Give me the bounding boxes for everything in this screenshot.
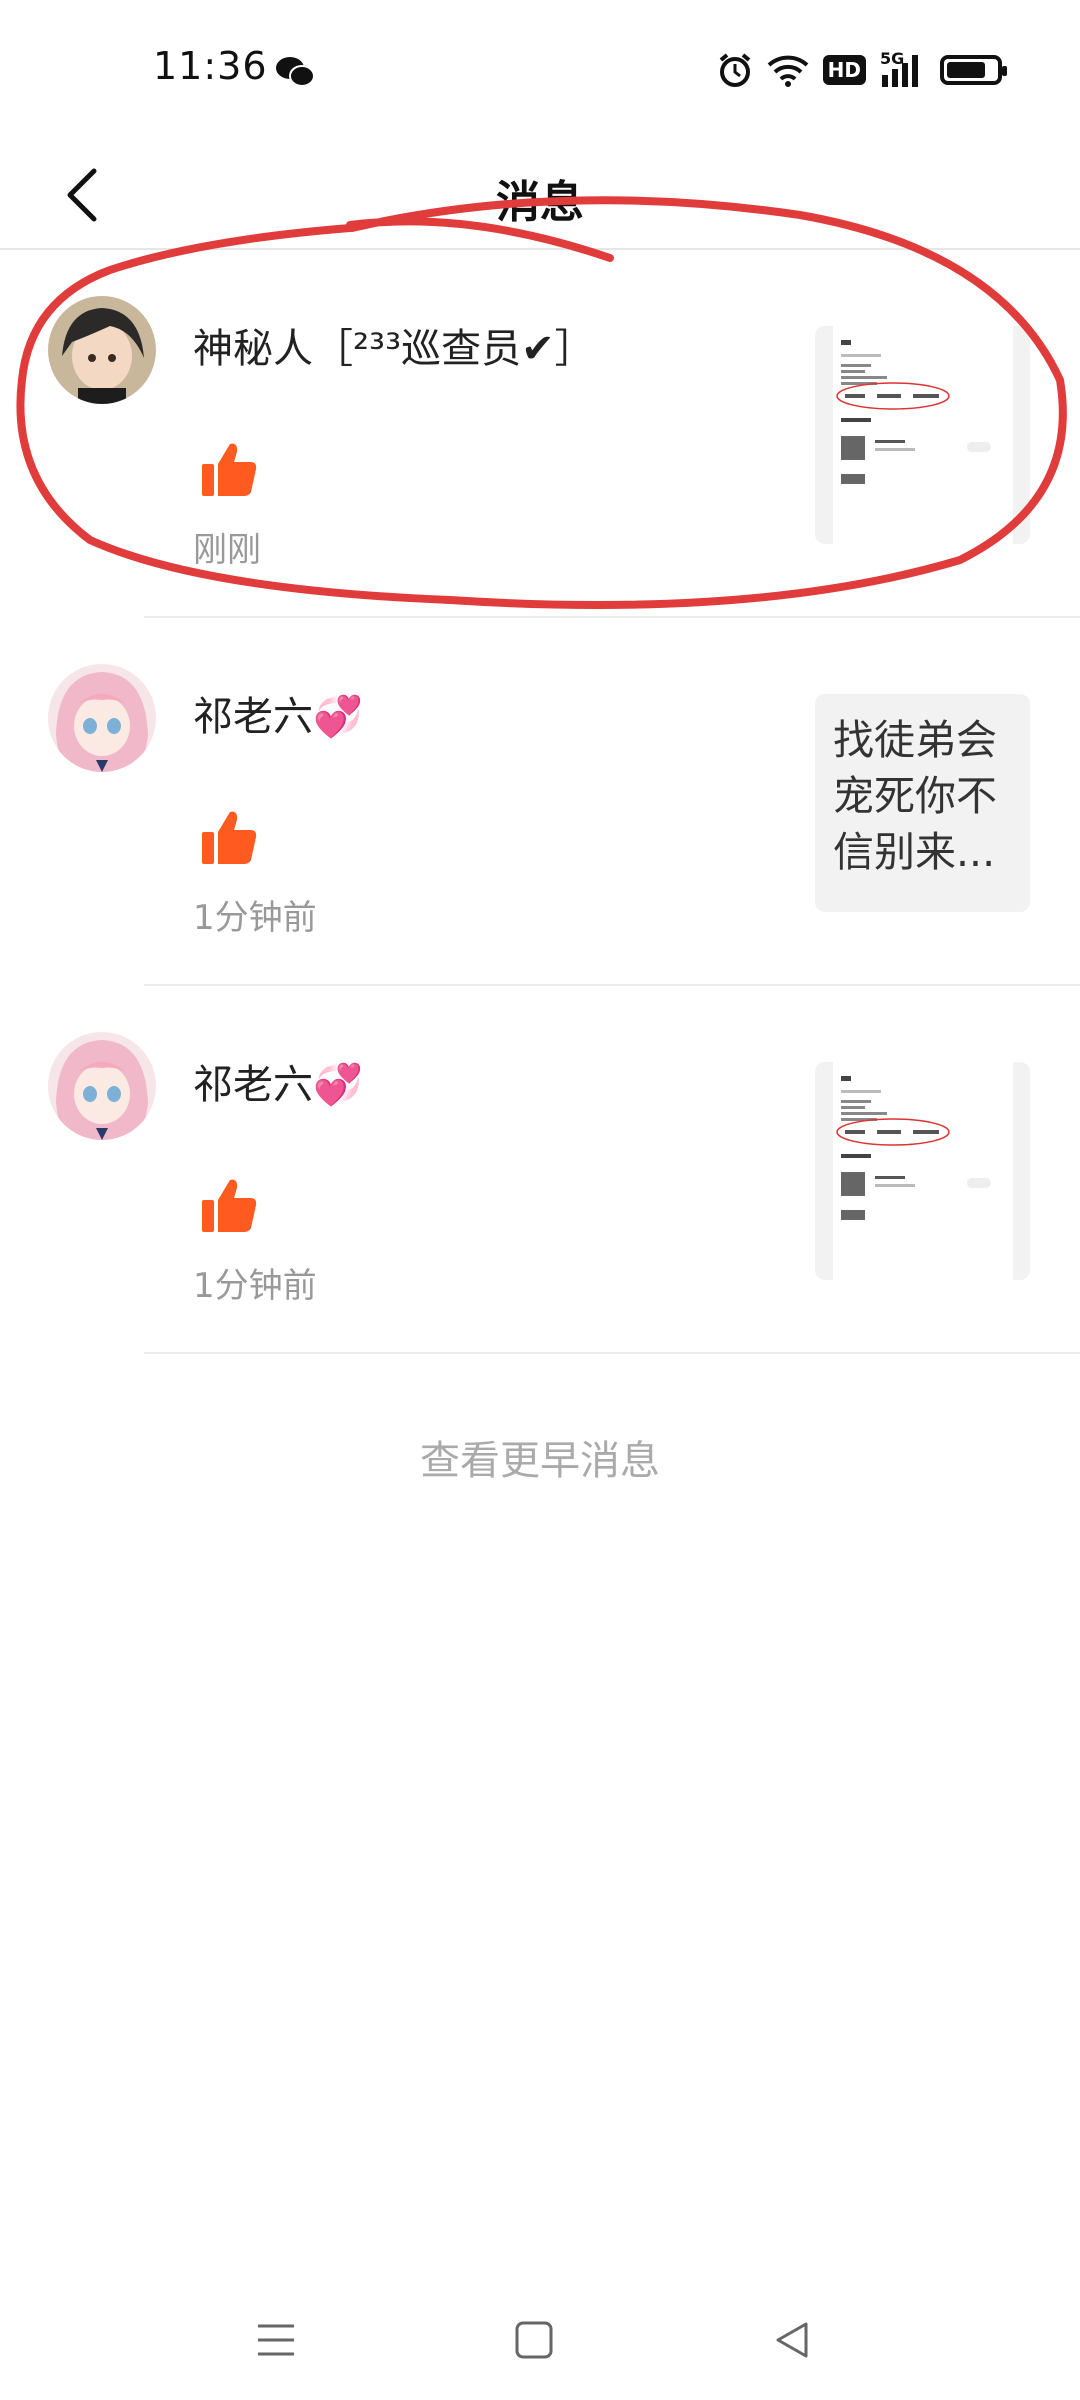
battery-icon xyxy=(940,55,1007,85)
back-nav-button[interactable] xyxy=(762,2310,822,2370)
view-earlier-messages-link[interactable]: 查看更早消息 xyxy=(0,1428,1080,1486)
post-thumbnail[interactable] xyxy=(815,1062,1030,1280)
status-icons: HD 5G xyxy=(717,49,1007,88)
system-nav-bar xyxy=(0,2280,1080,2390)
thumbnail-image xyxy=(833,1062,1013,1280)
sender-name: 祁老六💞 xyxy=(193,694,363,740)
message-item[interactable]: 祁老六💞 1分钟前 找徒弟会宠死你不信别来... xyxy=(0,618,1080,986)
message-time: 1分钟前 xyxy=(193,898,317,938)
hd-badge: HD xyxy=(822,55,866,85)
thumbs-up-icon xyxy=(202,1179,257,1232)
title-bar: 消息 xyxy=(0,140,1080,250)
page-title: 消息 xyxy=(496,177,584,228)
battery-level xyxy=(947,62,985,78)
network-type: 5G xyxy=(880,49,905,68)
signal-icon: 5G xyxy=(880,49,926,87)
avatar[interactable] xyxy=(48,1032,156,1140)
wechat-icon xyxy=(276,57,315,87)
home-nav-button[interactable] xyxy=(504,2310,564,2370)
triangle-back-icon xyxy=(776,2322,808,2358)
square-home-icon xyxy=(515,2321,553,2359)
alarm-icon xyxy=(719,53,750,87)
avatar[interactable] xyxy=(48,296,156,404)
thumbs-up-icon xyxy=(202,811,257,864)
thumbnail-image xyxy=(833,326,1013,544)
post-text-preview[interactable]: 找徒弟会宠死你不信别来... xyxy=(815,694,1030,912)
message-item[interactable]: 神秘人［²³³巡查员✔］ 刚刚 xyxy=(0,250,1080,618)
status-bar: 11:36 HD 5G xyxy=(0,0,1080,140)
wifi-icon xyxy=(767,55,809,87)
sender-name: 神秘人［²³³巡查员✔］ xyxy=(193,326,595,372)
message-time: 1分钟前 xyxy=(193,1266,317,1306)
menu-nav-button[interactable] xyxy=(246,2310,306,2370)
message-time: 刚刚 xyxy=(193,530,261,570)
divider xyxy=(144,1352,1080,1354)
post-thumbnail[interactable] xyxy=(815,326,1030,544)
sender-name: 祁老六💞 xyxy=(193,1062,363,1108)
menu-icon xyxy=(258,2324,294,2356)
message-item[interactable]: 祁老六💞 1分钟前 xyxy=(0,986,1080,1354)
thumbs-up-icon xyxy=(202,443,257,496)
avatar[interactable] xyxy=(48,664,156,772)
status-time: 11:36 xyxy=(153,44,268,88)
preview-text: 找徒弟会宠死你不信别来... xyxy=(833,716,997,876)
